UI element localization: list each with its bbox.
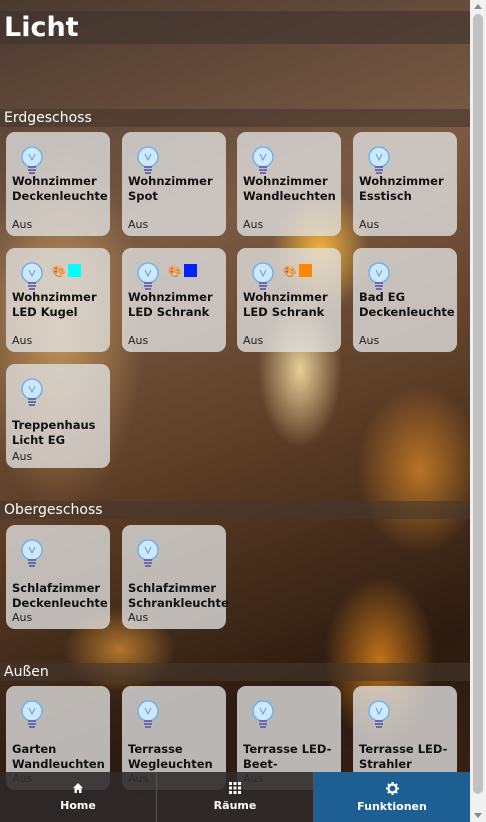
tile-name: Bad EG Deckenleuchte bbox=[359, 290, 455, 319]
lightbulb-icon bbox=[137, 262, 159, 290]
lightbulb-icon bbox=[21, 700, 43, 728]
section-header-obergeschoss: Obergeschoss bbox=[0, 501, 470, 519]
tile-name: Wohnzimmer LED Schrank bbox=[128, 290, 213, 319]
tile-wohnzimmer-led-schrank-2[interactable]: 🎨 Wohnzimmer LED Schrank Aus bbox=[237, 248, 341, 352]
lightbulb-icon bbox=[137, 146, 159, 174]
tile-name: Wohnzimmer Wandleuchten bbox=[243, 174, 336, 203]
tile-state: Aus bbox=[243, 218, 264, 231]
tile-state: Aus bbox=[243, 334, 264, 347]
tile-state: Aus bbox=[12, 611, 33, 624]
tile-state: Aus bbox=[12, 450, 33, 463]
nav-funktionen-label: Funktionen bbox=[357, 799, 427, 813]
tile-state: Aus bbox=[12, 334, 33, 347]
nav-raeume[interactable]: Räume bbox=[157, 772, 314, 822]
nav-funktionen[interactable]: Funktionen bbox=[314, 772, 470, 822]
tile-wohnzimmer-led-schrank-1[interactable]: 🎨 Wohnzimmer LED Schrank Aus bbox=[122, 248, 226, 352]
tile-state: Aus bbox=[12, 218, 33, 231]
tile-wohnzimmer-led-kugel[interactable]: 🎨 Wohnzimmer LED Kugel Aus bbox=[6, 248, 110, 352]
page-title: Licht bbox=[0, 11, 470, 44]
color-swatch[interactable] bbox=[184, 264, 197, 277]
tile-name: Wohnzimmer LED Kugel bbox=[12, 290, 97, 319]
tile-wohnzimmer-esstisch[interactable]: Wohnzimmer Esstisch Aus bbox=[353, 132, 457, 236]
bottom-nav: Home Räume Funktionen bbox=[0, 772, 470, 822]
tile-name: Wohnzimmer Spot bbox=[128, 174, 213, 203]
tile-state: Aus bbox=[128, 611, 149, 624]
lightbulb-icon bbox=[252, 146, 274, 174]
scroll-up-arrow-icon[interactable] bbox=[474, 4, 482, 9]
palette-icon[interactable]: 🎨 bbox=[168, 266, 182, 277]
lightbulb-icon bbox=[252, 700, 274, 728]
lightbulb-icon bbox=[21, 378, 43, 406]
tile-state: Aus bbox=[359, 218, 380, 231]
tile-wohnzimmer-spot[interactable]: Wohnzimmer Spot Aus bbox=[122, 132, 226, 236]
palette-icon[interactable]: 🎨 bbox=[283, 266, 297, 277]
tile-treppenhaus-licht-eg[interactable]: Treppenhaus Licht EG Aus bbox=[6, 364, 110, 468]
tile-state: Aus bbox=[128, 218, 149, 231]
tile-name: Treppenhaus Licht EG bbox=[12, 418, 96, 447]
tile-bad-eg-deckenleuchte[interactable]: Bad EG Deckenleuchte Aus bbox=[353, 248, 457, 352]
tile-name: Terrasse LED-Strahler bbox=[359, 742, 448, 771]
lightbulb-icon bbox=[21, 262, 43, 290]
grid-icon bbox=[229, 782, 241, 794]
lightbulb-icon bbox=[368, 262, 390, 290]
scroll-down-arrow-icon[interactable] bbox=[474, 813, 482, 818]
lightbulb-icon bbox=[137, 539, 159, 567]
tile-schlafzimmer-schrankleuchte[interactable]: Schlafzimmer Schrankleuchte Aus bbox=[122, 525, 229, 629]
scrollbar-thumb[interactable] bbox=[473, 14, 483, 794]
section-header-aussen: Außen bbox=[0, 663, 470, 681]
tile-state: Aus bbox=[128, 334, 149, 347]
nav-home[interactable]: Home bbox=[0, 772, 157, 822]
tile-name: Schlafzimmer Deckenleuchte bbox=[12, 581, 108, 610]
color-swatch[interactable] bbox=[299, 264, 312, 277]
home-icon bbox=[73, 783, 83, 793]
tile-wohnzimmer-deckenleuchte[interactable]: Wohnzimmer Deckenleuchte Aus bbox=[6, 132, 110, 236]
tile-state: Aus bbox=[359, 334, 380, 347]
app: Licht Erdgeschoss Wohnzimmer Deckenleuch… bbox=[0, 0, 470, 822]
color-swatch[interactable] bbox=[68, 264, 81, 277]
tile-name: Wohnzimmer Deckenleuchte bbox=[12, 174, 108, 203]
scrollbar[interactable] bbox=[470, 0, 486, 822]
gear-icon bbox=[385, 781, 399, 795]
section-header-erdgeschoss: Erdgeschoss bbox=[0, 109, 470, 127]
tile-wohnzimmer-wandleuchten[interactable]: Wohnzimmer Wandleuchten Aus bbox=[237, 132, 341, 236]
tile-name: Terrasse LED-Beet- bbox=[243, 742, 332, 771]
tile-name: Schlafzimmer Schrankleuchte bbox=[128, 581, 229, 610]
tile-schlafzimmer-deckenleuchte[interactable]: Schlafzimmer Deckenleuchte Aus bbox=[6, 525, 110, 629]
lightbulb-icon bbox=[368, 146, 390, 174]
tile-name: Garten Wandleuchten bbox=[12, 742, 105, 771]
lightbulb-icon bbox=[21, 539, 43, 567]
lightbulb-icon bbox=[252, 262, 274, 290]
tile-name: Wohnzimmer Esstisch bbox=[359, 174, 444, 203]
tile-name: Terrasse Wegleuchten bbox=[128, 742, 213, 771]
tile-name: Wohnzimmer LED Schrank bbox=[243, 290, 328, 319]
nav-raeume-label: Räume bbox=[213, 799, 257, 812]
nav-home-label: Home bbox=[60, 799, 96, 812]
lightbulb-icon bbox=[21, 146, 43, 174]
lightbulb-icon bbox=[368, 700, 390, 728]
palette-icon[interactable]: 🎨 bbox=[52, 266, 66, 277]
lightbulb-icon bbox=[137, 700, 159, 728]
